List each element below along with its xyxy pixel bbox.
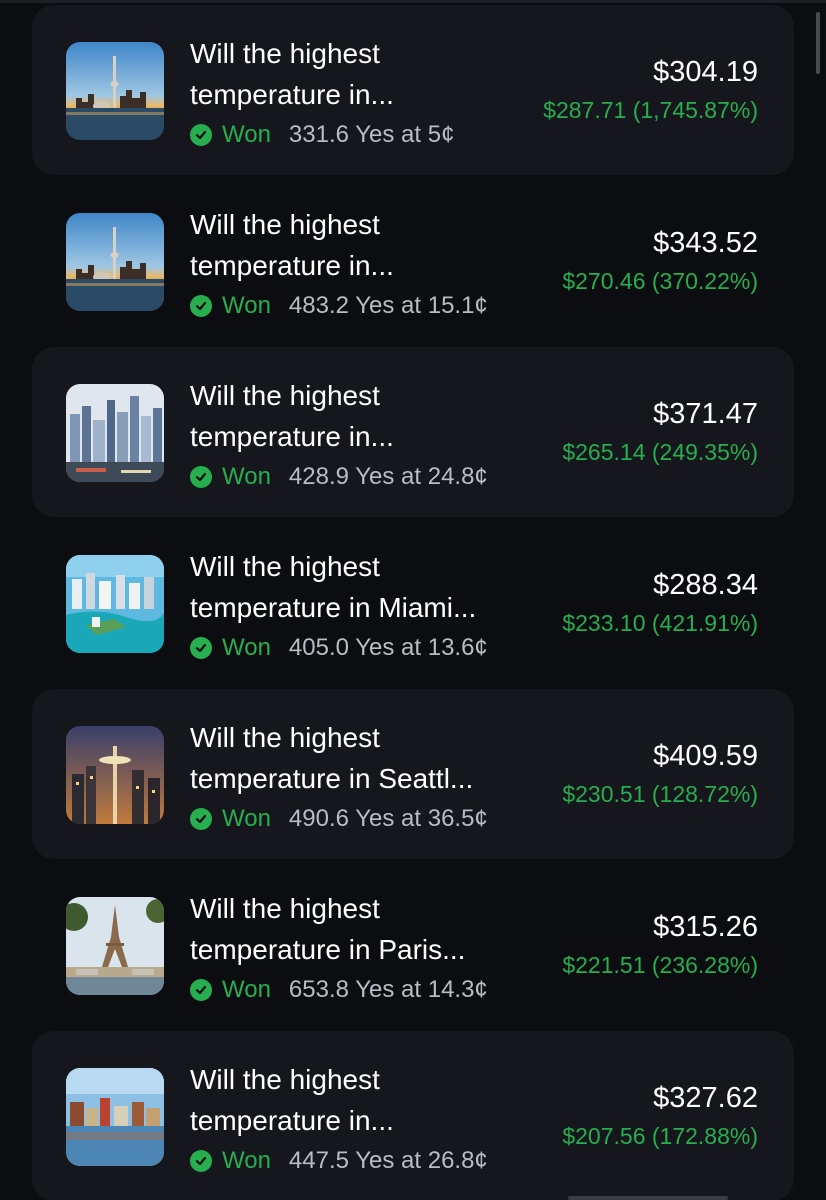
market-title-line1: Will the highest [190, 893, 380, 924]
market-title-line1: Will the highest [190, 209, 380, 240]
position-pnl: $265.14 (249.35%) [562, 439, 758, 465]
position-amounts: $315.26 $221.51 (236.28%) [562, 908, 758, 982]
status-badge: Won [222, 292, 271, 319]
market-title-line1: Will the highest [190, 380, 380, 411]
position-row[interactable]: Will the highest temperature in... Won 4… [32, 176, 794, 346]
position-row[interactable]: Will the highest temperature in... Won 3… [32, 5, 794, 175]
positions-screen: Will the highest temperature in... Won 3… [0, 0, 826, 1200]
market-title-line1: Will the highest [190, 551, 380, 582]
position-status: Won 483.2 Yes at 15.1¢ [190, 290, 550, 322]
scrollbar[interactable] [816, 12, 820, 74]
toronto-skyline-image [66, 42, 164, 140]
shares-detail: 490.6 Yes at 36.5¢ [288, 805, 488, 832]
check-circle-icon [190, 124, 212, 146]
position-row[interactable]: Will the highest temperature in... Won 4… [32, 1031, 794, 1200]
riverside-city-image [66, 1068, 164, 1166]
position-pnl: $207.56 (172.88%) [562, 1123, 758, 1149]
position-pnl: $270.46 (370.22%) [562, 268, 758, 294]
positions-list: Will the highest temperature in... Won 3… [32, 5, 794, 1200]
position-row[interactable]: Will the highest temperature in Seattl..… [32, 689, 794, 859]
shares-detail: 405.0 Yes at 13.6¢ [288, 634, 488, 661]
market-title-line2: temperature in Seattl... [190, 763, 474, 794]
miami-image [66, 555, 164, 653]
position-value: $288.34 [653, 569, 758, 601]
position-value: $304.19 [653, 56, 758, 88]
position-info: Will the highest temperature in... Won 4… [190, 1059, 550, 1177]
position-info: Will the highest temperature in... Won 4… [190, 375, 550, 493]
home-indicator [568, 1196, 728, 1200]
position-value: $371.47 [653, 398, 758, 430]
paris-eiffel-tower-image [66, 897, 164, 995]
seattle-space-needle-image [66, 726, 164, 824]
market-title-line2: temperature in... [190, 250, 394, 281]
position-amounts: $288.34 $233.10 (421.91%) [562, 566, 758, 640]
position-info: Will the highest temperature in Seattl..… [190, 717, 550, 835]
position-value: $315.26 [653, 911, 758, 943]
position-status: Won 428.9 Yes at 24.8¢ [190, 461, 550, 493]
position-pnl: $287.71 (1,745.87%) [543, 97, 758, 123]
position-info: Will the highest temperature in Miami...… [190, 546, 550, 664]
market-title-line2: temperature in Miami... [190, 592, 477, 623]
check-circle-icon [190, 637, 212, 659]
check-circle-icon [190, 979, 212, 1001]
position-value: $327.62 [653, 1082, 758, 1114]
shares-detail: 447.5 Yes at 26.8¢ [288, 1147, 488, 1174]
status-badge: Won [222, 1147, 271, 1174]
check-circle-icon [190, 808, 212, 830]
shares-detail: 331.6 Yes at 5¢ [288, 121, 455, 148]
position-pnl: $221.51 (236.28%) [562, 952, 758, 978]
check-circle-icon [190, 295, 212, 317]
position-value: $343.52 [653, 227, 758, 259]
status-badge: Won [222, 976, 271, 1003]
position-row[interactable]: Will the highest temperature in Paris...… [32, 860, 794, 1030]
position-status: Won 405.0 Yes at 13.6¢ [190, 632, 550, 664]
check-circle-icon [190, 1150, 212, 1172]
status-badge: Won [222, 121, 271, 148]
position-amounts: $343.52 $270.46 (370.22%) [562, 224, 758, 298]
status-badge: Won [222, 634, 271, 661]
market-title-line1: Will the highest [190, 1064, 380, 1095]
city-skyline-image [66, 384, 164, 482]
position-row[interactable]: Will the highest temperature in... Won 4… [32, 347, 794, 517]
check-circle-icon [190, 466, 212, 488]
position-info: Will the highest temperature in... Won 3… [190, 33, 550, 151]
position-amounts: $371.47 $265.14 (249.35%) [562, 395, 758, 469]
position-status: Won 331.6 Yes at 5¢ [190, 119, 550, 151]
shares-detail: 653.8 Yes at 14.3¢ [288, 976, 488, 1003]
position-value: $409.59 [653, 740, 758, 772]
position-status: Won 490.6 Yes at 36.5¢ [190, 803, 550, 835]
market-title-line1: Will the highest [190, 722, 380, 753]
market-title-line1: Will the highest [190, 38, 380, 69]
shares-detail: 483.2 Yes at 15.1¢ [288, 292, 488, 319]
market-title-line2: temperature in... [190, 79, 394, 110]
status-badge: Won [222, 463, 271, 490]
market-title-line2: temperature in... [190, 421, 394, 452]
top-edge [0, 0, 826, 3]
position-status: Won 447.5 Yes at 26.8¢ [190, 1145, 550, 1177]
position-info: Will the highest temperature in... Won 4… [190, 204, 550, 322]
market-title-line2: temperature in... [190, 1105, 394, 1136]
position-row[interactable]: Will the highest temperature in Miami...… [32, 518, 794, 688]
market-title-line2: temperature in Paris... [190, 934, 466, 965]
status-badge: Won [222, 805, 271, 832]
toronto-skyline-image [66, 213, 164, 311]
position-status: Won 653.8 Yes at 14.3¢ [190, 974, 550, 1006]
position-amounts: $304.19 $287.71 (1,745.87%) [543, 53, 758, 127]
position-pnl: $233.10 (421.91%) [562, 610, 758, 636]
position-info: Will the highest temperature in Paris...… [190, 888, 550, 1006]
shares-detail: 428.9 Yes at 24.8¢ [288, 463, 488, 490]
position-amounts: $327.62 $207.56 (172.88%) [562, 1079, 758, 1153]
position-amounts: $409.59 $230.51 (128.72%) [562, 737, 758, 811]
position-pnl: $230.51 (128.72%) [562, 781, 758, 807]
